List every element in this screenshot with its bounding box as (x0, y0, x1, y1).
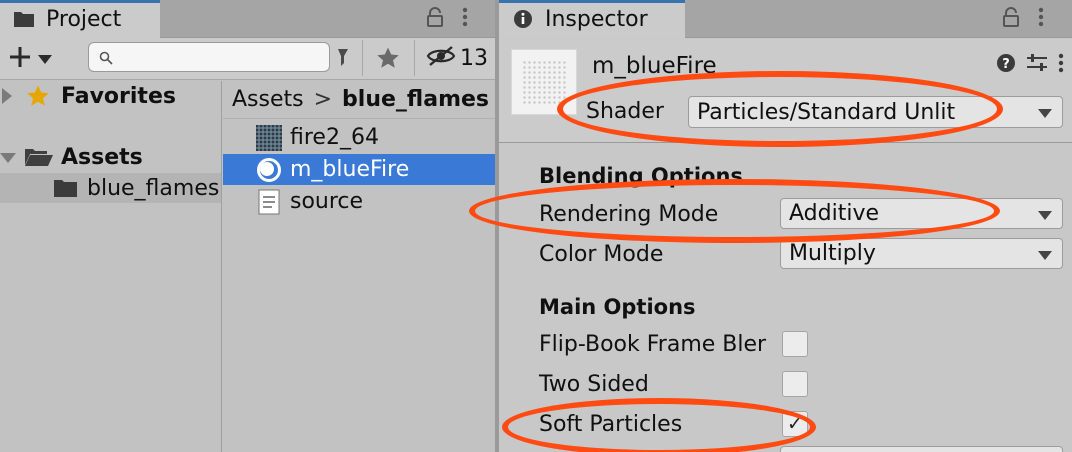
breadcrumb: Assets > blue_flames (223, 81, 495, 119)
star-icon[interactable] (376, 42, 400, 74)
rendering-mode-dropdown[interactable]: Additive (780, 198, 1063, 229)
breadcrumb-current[interactable]: blue_flames (342, 87, 489, 112)
soft-particles-checkbox[interactable]: ✓ (782, 411, 808, 437)
material-preview-thumbnail (511, 49, 577, 115)
shader-value: Particles/Standard Unlit (697, 99, 956, 125)
star-icon (26, 84, 50, 114)
tab-inspector[interactable]: Inspector (499, 0, 685, 38)
filter-by-type-icon[interactable] (338, 42, 348, 74)
eye-slash-icon (426, 45, 456, 71)
asset-list[interactable]: Assets > blue_flames fire2_64 m_blueFire (223, 81, 495, 452)
color-mode-dropdown[interactable]: Multiply (780, 238, 1063, 269)
object-name: m_blueFire (592, 53, 717, 79)
next-property-dropdown[interactable] (780, 446, 1063, 452)
flipbook-blending-label: Flip-Book Frame Bler (539, 332, 767, 357)
soft-particles-label: Soft Particles (539, 412, 683, 437)
chevron-down-icon (1038, 251, 1052, 260)
folder-tree[interactable]: Favorites Assets blue_flames (0, 81, 222, 452)
lock-icon[interactable] (1002, 7, 1020, 31)
tree-item-blue-flames[interactable]: blue_flames (0, 173, 221, 203)
checkmark-icon: ✓ (787, 413, 803, 435)
info-icon (511, 8, 535, 30)
inspector-panel: Inspector m_blueFire ? Shader Particles/… (469, 0, 1072, 452)
inspector-tabbar: Inspector (499, 0, 1072, 38)
expand-arrow-icon[interactable] (2, 88, 12, 104)
tab-project-label: Project (46, 6, 122, 32)
rendering-mode-label: Rendering Mode (539, 202, 719, 227)
tree-item-assets[interactable]: Assets (0, 142, 221, 172)
tree-item-label: blue_flames (87, 175, 220, 201)
list-item-label: source (290, 189, 364, 214)
project-panel: Project 13 Favorites Assets blue_flames … (0, 0, 495, 452)
color-mode-value: Multiply (789, 241, 876, 266)
hidden-packages-count: 13 (460, 45, 488, 71)
tree-item-label: Assets (61, 144, 143, 170)
shader-dropdown[interactable]: Particles/Standard Unlit (688, 96, 1063, 128)
folder-open-icon (24, 147, 54, 173)
shader-label: Shader (586, 99, 664, 124)
two-sided-checkbox[interactable] (782, 371, 808, 397)
search-icon (99, 50, 113, 69)
section-blending-options: Blending Options (539, 164, 743, 188)
flipbook-blending-checkbox[interactable] (782, 331, 808, 357)
project-tabbar: Project (0, 0, 495, 38)
project-toolbar: 13 (0, 38, 495, 80)
two-sided-label: Two Sided (539, 372, 649, 397)
folder-icon (53, 179, 78, 204)
tree-item-label: Favorites (61, 83, 176, 109)
kebab-menu-icon[interactable] (462, 6, 468, 32)
folder-icon (12, 8, 36, 30)
section-main-options: Main Options (539, 295, 696, 319)
breadcrumb-separator: > (313, 87, 333, 112)
chevron-down-icon (1038, 211, 1052, 220)
material-icon (256, 157, 282, 183)
kebab-menu-icon[interactable] (1038, 6, 1044, 32)
chevron-down-icon (38, 50, 52, 69)
document-icon (256, 189, 282, 215)
help-icon[interactable]: ? (996, 53, 1016, 77)
chevron-down-icon (1038, 109, 1052, 118)
tab-project[interactable]: Project (0, 0, 160, 38)
svg-text:?: ? (1002, 57, 1010, 72)
rendering-mode-value: Additive (789, 201, 879, 226)
list-item-fire2-64[interactable]: fire2_64 (223, 122, 495, 153)
tree-item-favorites[interactable]: Favorites (0, 81, 221, 111)
list-item-m-bluefire[interactable]: m_blueFire (223, 154, 495, 185)
texture-icon (256, 125, 282, 151)
plus-icon (8, 45, 32, 73)
kebab-menu-icon[interactable] (1058, 52, 1064, 78)
tab-inspector-label: Inspector (545, 6, 648, 32)
color-mode-label: Color Mode (539, 242, 664, 267)
collapse-arrow-icon[interactable] (0, 153, 16, 163)
lock-icon[interactable] (426, 7, 444, 31)
breadcrumb-root[interactable]: Assets (232, 87, 304, 112)
create-button[interactable] (8, 45, 66, 73)
list-item-source[interactable]: source (223, 186, 495, 217)
presets-icon[interactable] (1026, 53, 1048, 77)
material-header: m_blueFire ? Shader Particles/Standard U… (499, 39, 1072, 143)
list-item-label: fire2_64 (290, 125, 379, 150)
hidden-packages-toggle[interactable]: 13 (426, 42, 488, 74)
search-input[interactable] (88, 42, 330, 72)
list-item-label: m_blueFire (290, 157, 410, 182)
